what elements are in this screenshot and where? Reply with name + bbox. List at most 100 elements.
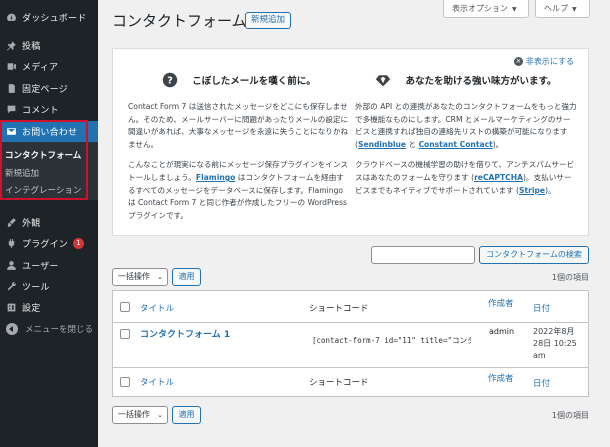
menu-media[interactable]: メディア bbox=[0, 56, 98, 76]
menu-posts-label: 投稿 bbox=[22, 41, 41, 52]
menu-users-label: ユーザー bbox=[22, 261, 59, 272]
table-footer-row: タイトル ショートコード 作成者 日付 bbox=[113, 367, 588, 396]
column-date-footer[interactable]: 日付 bbox=[533, 377, 550, 389]
menu-plugins-label: プラグイン bbox=[22, 239, 69, 250]
caret-down-icon: ▼ bbox=[512, 6, 517, 13]
recaptcha-link[interactable]: reCAPTCHA bbox=[474, 173, 523, 182]
contact-submenu: コンタクトフォーム 新規追加 インテグレーション bbox=[0, 142, 98, 200]
item-count-bottom: 1個の項目 bbox=[551, 411, 589, 420]
screen-options-label: 表示オプション bbox=[452, 4, 508, 13]
bulk-actions-select-bottom[interactable]: 一括操作 ⌄ bbox=[112, 406, 168, 424]
collapse-menu-button[interactable]: メニューを閉じる bbox=[0, 320, 98, 338]
flamingo-link[interactable]: Flamingo bbox=[196, 173, 236, 182]
plugin-icon bbox=[3, 238, 19, 249]
screen-options-tab[interactable]: 表示オプション ▼ bbox=[443, 0, 529, 18]
column-shortcode-header: ショートコード bbox=[309, 304, 369, 314]
column-shortcode-footer: ショートコード bbox=[309, 378, 369, 388]
search-forms-button[interactable]: コンタクトフォームの検索 bbox=[479, 246, 589, 264]
dismiss-label: 非表示にする bbox=[525, 57, 574, 66]
menu-appearance-label: 外観 bbox=[22, 218, 41, 229]
column-title-footer[interactable]: タイトル bbox=[140, 376, 174, 388]
column-author-header[interactable]: 作成者 bbox=[488, 297, 514, 309]
dashboard-icon bbox=[3, 12, 19, 23]
menu-tools-label: ツール bbox=[22, 282, 50, 293]
menu-comments[interactable]: コメント bbox=[0, 99, 98, 119]
welcome-panel: × 非表示にする ? こぼしたメールを嘆く前に。 Contact Form 7 … bbox=[112, 48, 589, 236]
sendinblue-link[interactable]: Sendinblue bbox=[358, 140, 406, 149]
comment-icon bbox=[3, 104, 19, 115]
welcome-left-heading: こぼしたメールを嘆く前に。 bbox=[192, 76, 316, 87]
brush-icon bbox=[3, 217, 19, 228]
caret-down-icon: ▼ bbox=[572, 6, 577, 13]
user-icon bbox=[3, 260, 19, 271]
menu-pages-label: 固定ページ bbox=[22, 84, 68, 95]
menu-posts[interactable]: 投稿 bbox=[0, 35, 98, 55]
select-all-checkbox[interactable] bbox=[120, 302, 130, 312]
column-author-footer[interactable]: 作成者 bbox=[488, 372, 514, 384]
constant-contact-link[interactable]: Constant Contact bbox=[418, 140, 492, 149]
chevron-down-icon: ⌄ bbox=[157, 411, 163, 419]
svg-text:?: ? bbox=[167, 76, 173, 87]
column-title-header[interactable]: タイトル bbox=[140, 302, 174, 314]
menu-contact[interactable]: お問い合わせ bbox=[0, 121, 98, 142]
column-date-header[interactable]: 日付 bbox=[533, 302, 550, 314]
settings-icon bbox=[3, 302, 19, 313]
help-circle-icon: ? bbox=[162, 72, 178, 88]
menu-settings-label: 設定 bbox=[22, 303, 41, 314]
author-value: admin bbox=[489, 327, 515, 336]
menu-settings[interactable]: 設定 bbox=[0, 297, 98, 317]
bulk-actions-select-top[interactable]: 一括操作 ⌄ bbox=[112, 268, 168, 286]
search-input[interactable] bbox=[371, 246, 475, 264]
table-row: コンタクトフォーム 1 [contact-form-7 id="11" titl… bbox=[113, 323, 588, 367]
bulk-actions-label: 一括操作 bbox=[118, 410, 150, 419]
envelope-icon bbox=[3, 126, 19, 137]
bulk-actions-label: 一括操作 bbox=[118, 272, 150, 281]
menu-users[interactable]: ユーザー bbox=[0, 255, 98, 275]
apply-button-top[interactable]: 適用 bbox=[172, 268, 201, 286]
welcome-right-heading: あなたを助ける強い味方がいます。 bbox=[405, 76, 557, 87]
help-label: ヘルプ bbox=[544, 4, 568, 13]
menu-tools[interactable]: ツール bbox=[0, 276, 98, 296]
shortcode-text[interactable]: [contact-form-7 id="11" title="コンタクトフォーム… bbox=[312, 335, 471, 349]
forms-table: タイトル ショートコード 作成者 日付 コンタクトフォーム 1 [contact… bbox=[112, 290, 589, 397]
add-new-button[interactable]: 新規追加 bbox=[245, 12, 292, 29]
welcome-right-p1: 外部の API との連携があなたのコンタクトフォームをもっと強力で多機能なものに… bbox=[355, 102, 577, 149]
chevron-down-icon: ⌄ bbox=[157, 273, 163, 281]
row-checkbox[interactable] bbox=[120, 329, 130, 339]
media-icon bbox=[3, 61, 19, 72]
form-title-link[interactable]: コンタクトフォーム 1 bbox=[140, 327, 230, 340]
welcome-left-p1: Contact Form 7 は送信されたメッセージをどこにも保存しません。その… bbox=[128, 102, 349, 149]
collapse-menu-label: メニューを閉じる bbox=[25, 325, 94, 335]
menu-contact-label: お問い合わせ bbox=[22, 128, 78, 138]
help-tab[interactable]: ヘルプ ▼ bbox=[535, 0, 590, 18]
pushpin-icon bbox=[3, 40, 19, 51]
plugins-update-badge: 1 bbox=[73, 237, 85, 249]
submenu-contact-forms[interactable]: コンタクトフォーム bbox=[5, 149, 81, 161]
dismiss-link[interactable]: × 非表示にする bbox=[513, 56, 574, 67]
close-icon: × bbox=[513, 57, 523, 66]
pages-icon bbox=[3, 83, 19, 94]
select-all-checkbox-footer[interactable] bbox=[120, 377, 130, 387]
welcome-column-right: あなたを助ける強い味方がいます。 外部の API との連携があなたのコンタクトフ… bbox=[355, 71, 577, 205]
submenu-add-new[interactable]: 新規追加 bbox=[5, 167, 39, 179]
menu-media-label: メディア bbox=[22, 62, 59, 73]
collapse-arrow-icon bbox=[6, 323, 18, 335]
menu-plugins[interactable]: プラグイン 1 bbox=[0, 233, 98, 253]
submenu-integration[interactable]: インテグレーション bbox=[5, 184, 81, 196]
menu-appearance[interactable]: 外観 bbox=[0, 212, 98, 232]
page-title: コンタクトフォーム bbox=[112, 12, 247, 30]
table-header-row: タイトル ショートコード 作成者 日付 bbox=[113, 291, 588, 323]
menu-pages[interactable]: 固定ページ bbox=[0, 78, 98, 98]
welcome-column-left: ? こぼしたメールを嘆く前に。 Contact Form 7 は送信されたメッセ… bbox=[128, 71, 350, 230]
menu-comments-label: コメント bbox=[22, 105, 59, 116]
menu-dashboard-label: ダッシュボード bbox=[22, 13, 87, 24]
diamond-icon bbox=[375, 72, 391, 88]
menu-dashboard[interactable]: ダッシュボード bbox=[0, 7, 98, 27]
item-count-top: 1個の項目 bbox=[551, 273, 589, 282]
welcome-left-p2: こんなことが現実になる前にメッセージ保存プラグインをインストールしましょう。Fl… bbox=[128, 160, 348, 220]
welcome-right-p2: クラウドベースの機械学習の助けを借りて、アンチスパムサービスはあなたのフォームを… bbox=[355, 160, 575, 195]
admin-sidebar: ダッシュボード 投稿 メディア 固定ページ コメント お問い合わせ コンタクトフ… bbox=[0, 0, 98, 447]
wrench-icon bbox=[3, 281, 19, 292]
stripe-link[interactable]: Stripe bbox=[519, 186, 545, 195]
apply-button-bottom[interactable]: 適用 bbox=[172, 406, 201, 424]
